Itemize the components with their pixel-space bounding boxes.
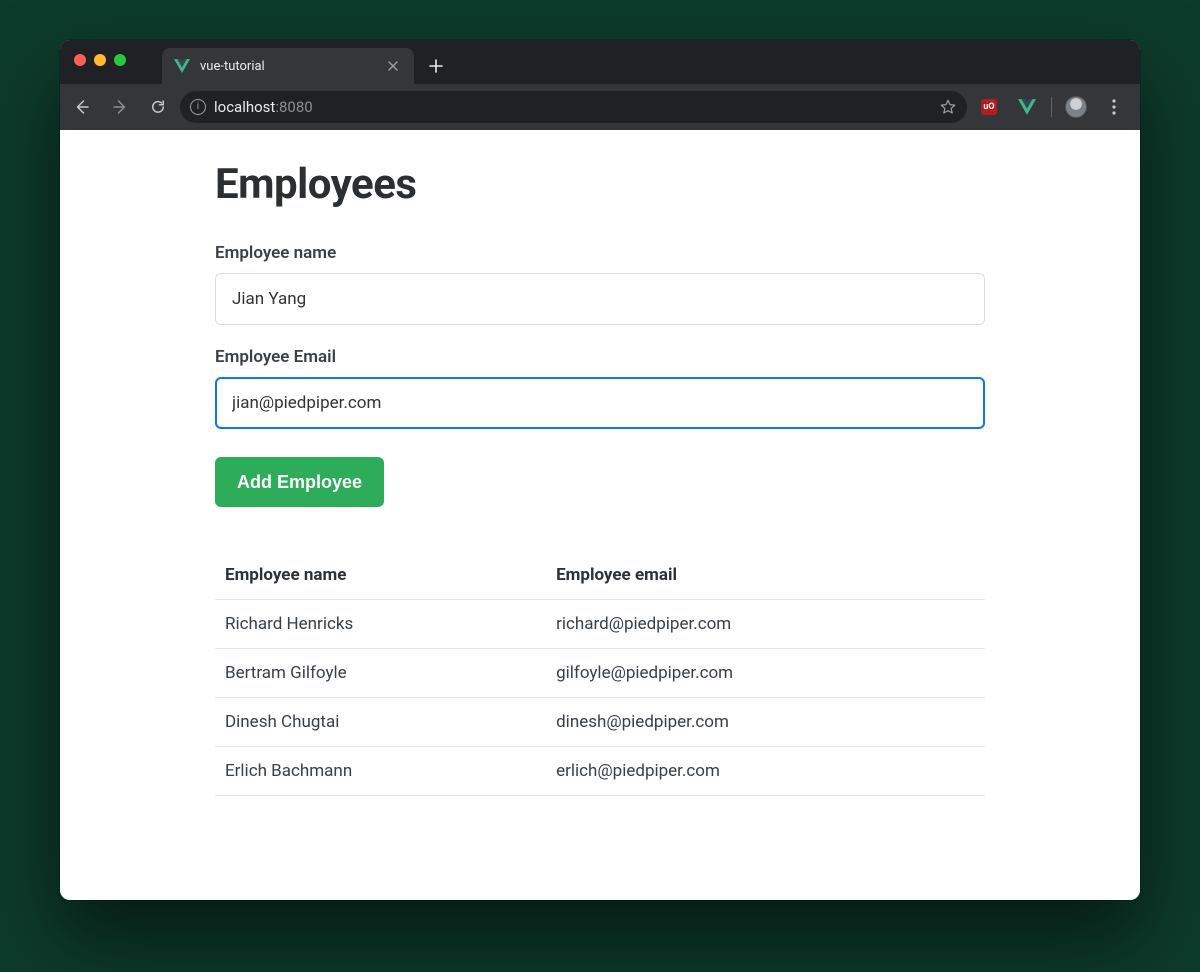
address-bar[interactable]: i localhost:8080 (180, 91, 967, 123)
tab-title: vue-tutorial (200, 59, 374, 74)
table-row: Richard Henricks richard@piedpiper.com (215, 600, 985, 649)
add-employee-button[interactable]: Add Employee (215, 457, 384, 507)
tab-strip: vue-tutorial (162, 40, 450, 84)
cell-name: Dinesh Chugtai (215, 698, 546, 747)
col-header-name: Employee name (215, 551, 546, 600)
profile-avatar[interactable] (1060, 91, 1092, 123)
new-tab-button[interactable] (422, 52, 450, 80)
table-row: Bertram Gilfoyle gilfoyle@piedpiper.com (215, 649, 985, 698)
field-group-name: Employee name (215, 243, 985, 325)
url-text: localhost:8080 (214, 98, 313, 116)
cell-email: erlich@piedpiper.com (546, 747, 985, 796)
employee-email-input[interactable] (215, 377, 985, 429)
browser-tab[interactable]: vue-tutorial (162, 48, 414, 84)
toolbar-divider (1051, 97, 1052, 117)
name-label: Employee name (215, 243, 985, 263)
content-container: Employees Employee name Employee Email A… (215, 160, 985, 796)
browser-menu-button[interactable] (1098, 91, 1130, 123)
employee-name-input[interactable] (215, 273, 985, 325)
nav-reload-button[interactable] (142, 91, 174, 123)
cell-name: Erlich Bachmann (215, 747, 546, 796)
email-label: Employee Email (215, 347, 985, 367)
extension-vue-devtools-icon[interactable] (1011, 91, 1043, 123)
employees-table: Employee name Employee email Richard Hen… (215, 551, 985, 796)
nav-forward-button[interactable] (104, 91, 136, 123)
field-group-email: Employee Email (215, 347, 985, 429)
extension-ublock-icon[interactable]: uO (973, 91, 1005, 123)
table-header-row: Employee name Employee email (215, 551, 985, 600)
browser-window: vue-tutorial i localhost:8080 (60, 40, 1140, 900)
site-info-icon[interactable]: i (190, 99, 206, 115)
cell-email: gilfoyle@piedpiper.com (546, 649, 985, 698)
window-minimize-button[interactable] (94, 54, 106, 66)
vue-logo-icon (174, 58, 190, 74)
window-maximize-button[interactable] (114, 54, 126, 66)
nav-back-button[interactable] (66, 91, 98, 123)
window-titlebar: vue-tutorial (60, 40, 1140, 84)
cell-name: Bertram Gilfoyle (215, 649, 546, 698)
table-row: Dinesh Chugtai dinesh@piedpiper.com (215, 698, 985, 747)
tab-close-button[interactable] (384, 57, 402, 75)
cell-email: dinesh@piedpiper.com (546, 698, 985, 747)
table-row: Erlich Bachmann erlich@piedpiper.com (215, 747, 985, 796)
browser-toolbar: i localhost:8080 uO (60, 84, 1140, 130)
cell-email: richard@piedpiper.com (546, 600, 985, 649)
col-header-email: Employee email (546, 551, 985, 600)
bookmark-star-icon[interactable] (939, 98, 957, 116)
cell-name: Richard Henricks (215, 600, 546, 649)
window-controls (74, 54, 126, 66)
page-viewport: Employees Employee name Employee Email A… (60, 130, 1140, 900)
window-close-button[interactable] (74, 54, 86, 66)
page-title: Employees (215, 160, 985, 209)
